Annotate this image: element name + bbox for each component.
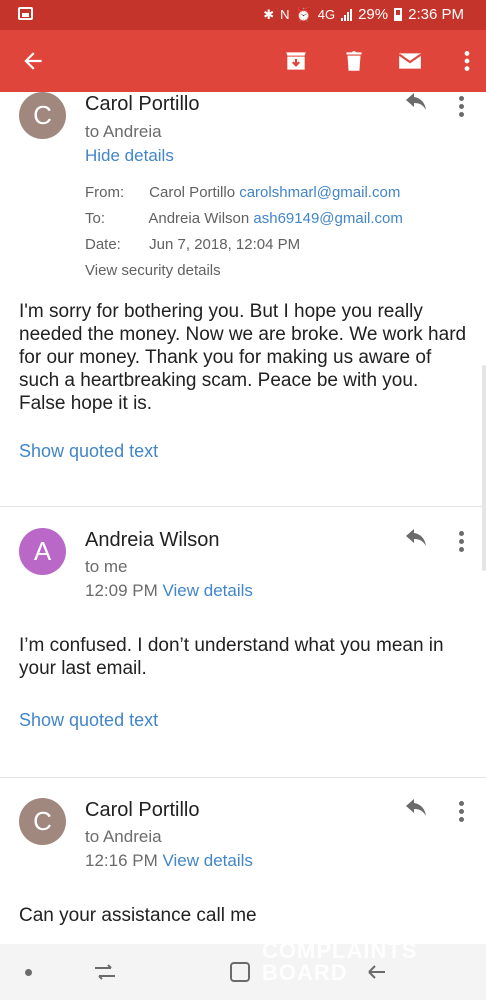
watermark-line-1: COMPLAINTS [262, 938, 418, 963]
date-label: Date: [85, 236, 121, 253]
conversation: C Carol Portillo to Andreia Hide details… [0, 92, 486, 944]
sender-name[interactable]: Carol Portillo [85, 93, 199, 116]
view-security-details-link[interactable]: View security details [85, 262, 221, 279]
signal-icon [341, 8, 353, 21]
message-1: C Carol Portillo to Andreia Hide details… [0, 92, 486, 504]
recipient: to Andreia [85, 122, 162, 141]
mail-icon[interactable] [397, 48, 423, 74]
sender-name[interactable]: Carol Portillo [85, 799, 199, 822]
back-arrow-icon[interactable] [20, 48, 46, 74]
avatar: A [19, 528, 66, 575]
more-vert-icon[interactable] [456, 96, 466, 118]
show-quoted-text-link[interactable]: Show quoted text [19, 441, 158, 462]
avatar: C [19, 798, 66, 845]
status-icons: ✱ N ⏰ 4G 29% 2:36 PM [263, 6, 464, 23]
hide-details-link[interactable]: Hide details [85, 146, 174, 166]
watermark-line-2: BOARD [262, 960, 348, 985]
from-row: From: Carol Portillo carolshmarl@gmail.c… [85, 184, 400, 201]
show-quoted-text-link[interactable]: Show quoted text [19, 710, 158, 731]
time-row: 12:16 PM View details [85, 851, 253, 871]
time-row: 12:09 PM View details [85, 581, 253, 601]
view-details-link[interactable]: View details [163, 851, 253, 870]
message-2: A Andreia Wilson to me 12:09 PM View det… [0, 528, 486, 768]
avatar: C [19, 92, 66, 139]
battery-icon [394, 8, 403, 21]
to-email[interactable]: ash69149@gmail.com [253, 210, 402, 227]
divider [0, 506, 486, 507]
view-details-link[interactable]: View details [163, 581, 253, 600]
home-icon[interactable] [229, 961, 251, 983]
divider [0, 777, 486, 778]
watermark: COMPLAINTS BOARD [262, 940, 417, 984]
bluetooth-icon: ✱ [263, 6, 275, 22]
message-3: C Carol Portillo to Andreia 12:16 PM Vie… [0, 798, 486, 944]
to-row: To: Andreia Wilson ash69149@gmail.com [85, 210, 403, 227]
trash-icon[interactable] [341, 48, 367, 74]
app-bar [0, 30, 486, 92]
to-label: To: [85, 210, 106, 227]
from-email[interactable]: carolshmarl@gmail.com [239, 184, 400, 201]
nav-dot-icon[interactable] [25, 969, 32, 976]
message-time: 12:09 PM [85, 581, 158, 600]
reply-icon[interactable] [403, 93, 429, 113]
status-bar: ✱ N ⏰ 4G 29% 2:36 PM [0, 0, 486, 30]
recipient: to Andreia [85, 827, 162, 846]
network-type-icon: 4G [317, 7, 336, 22]
sender-name[interactable]: Andreia Wilson [85, 529, 220, 552]
more-vert-icon[interactable] [456, 801, 466, 823]
more-vert-icon[interactable] [456, 531, 466, 553]
date-row: Date: Jun 7, 2018, 12:04 PM [85, 236, 300, 253]
alarm-icon: ⏰ [295, 6, 312, 22]
from-label: From: [85, 184, 125, 201]
scroll-indicator[interactable] [482, 365, 486, 571]
from-name: Carol Portillo [149, 184, 236, 201]
clock: 2:36 PM [408, 6, 464, 23]
recent-apps-icon[interactable] [93, 962, 117, 982]
date-value: Jun 7, 2018, 12:04 PM [149, 236, 301, 253]
reply-icon[interactable] [403, 799, 429, 819]
archive-icon[interactable] [283, 48, 309, 74]
message-body: I'm sorry for bothering you. But I hope … [19, 301, 467, 414]
gallery-notification-icon [18, 7, 33, 20]
more-vert-icon[interactable] [454, 48, 480, 74]
to-name: Andreia Wilson [148, 210, 250, 227]
reply-icon[interactable] [403, 529, 429, 549]
message-body: Can your assistance call me [19, 905, 257, 926]
message-body: I’m confused. I don’t understand what yo… [19, 635, 444, 679]
nfc-icon: N [280, 7, 290, 22]
battery-percent: 29% [358, 6, 389, 23]
recipient: to me [85, 557, 128, 576]
message-time: 12:16 PM [85, 851, 158, 870]
